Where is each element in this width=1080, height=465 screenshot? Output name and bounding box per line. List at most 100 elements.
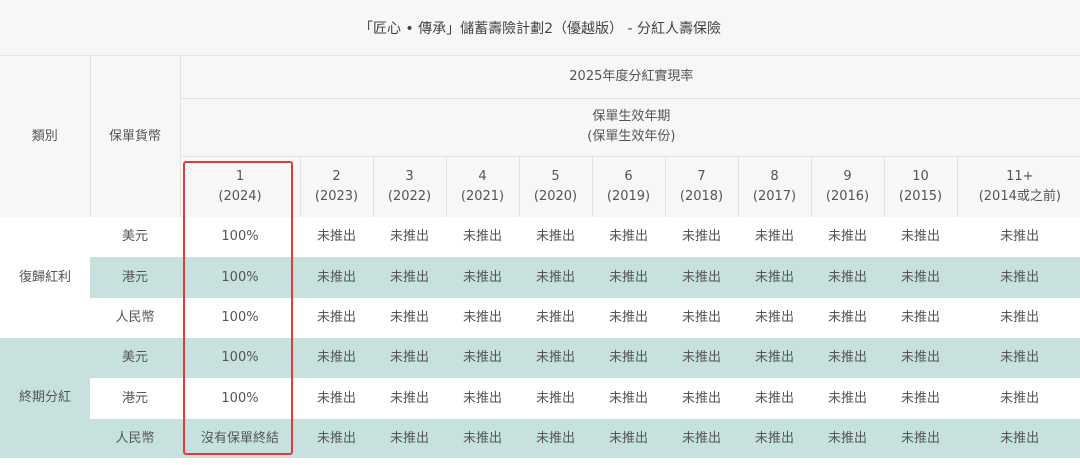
year-number: 5	[551, 168, 560, 184]
rate-cell: 未推出	[592, 217, 665, 257]
rate-cell: 100%	[180, 298, 300, 338]
rate-cell: 未推出	[446, 257, 519, 298]
rate-cell: 未推出	[957, 378, 1080, 419]
year-number: 2	[332, 168, 341, 184]
rate-cell: 未推出	[373, 419, 446, 458]
policy-year-title: 保單生效年期	[592, 109, 671, 124]
rate-cell: 未推出	[300, 217, 373, 257]
year-number: 7	[697, 168, 706, 184]
rate-cell: 未推出	[300, 378, 373, 419]
rate-cell: 未推出	[811, 298, 884, 338]
category-cell: 復歸紅利	[0, 217, 90, 338]
realization-header: 2025年度分紅實現率	[180, 56, 1080, 99]
rate-cell: 未推出	[446, 378, 519, 419]
table-row: 終期分紅 美元 100% 未推出 未推出 未推出 未推出 未推出 未推出 未推出 未推出 未推出 未推出	[0, 338, 1080, 458]
year-number: 11+	[1006, 168, 1034, 184]
rate-cell: 未推出	[300, 298, 373, 338]
rate-cell: 未推出	[665, 419, 738, 458]
table-title-text: 「匠心 • 傳承」儲蓄壽險計劃2（優越版） - 分紅人壽保險	[358, 20, 722, 37]
rate-cell: 100%	[180, 217, 300, 257]
year-number: 1	[235, 168, 245, 184]
year-number: 4	[478, 168, 487, 184]
rate-cell: 未推出	[884, 257, 957, 298]
year-label: (2019)	[606, 188, 651, 204]
rate-cell: 未推出	[519, 298, 592, 338]
year-number: 6	[624, 168, 633, 184]
rate-cell: 未推出	[373, 217, 446, 257]
rate-cell: 未推出	[300, 338, 373, 378]
rate-cell: 未推出	[665, 378, 738, 419]
table-title: 「匠心 • 傳承」儲蓄壽險計劃2（優越版） - 分紅人壽保險	[0, 0, 1080, 56]
rate-cell: 未推出	[884, 419, 957, 458]
table-body: 復歸紅利 美元 100% 未推出 未推出 未推出 未推出 未推出 未推出 未推出 未推出 未推出 未推出…	[0, 217, 1080, 458]
currency-cell: 美元	[90, 217, 180, 257]
rate-cell: 未推出	[738, 298, 811, 338]
rate-cell: 未推出	[519, 419, 592, 458]
year-header-cell: 5 (2020)	[518, 156, 592, 217]
rate-cell: 未推出	[592, 257, 665, 298]
rate-cell: 未推出	[592, 378, 665, 419]
table-row: 港元 100% 未推出 未推出 未推出 未推出 未推出 未推出 未推出 未推出 未推出 未推出	[0, 378, 1080, 419]
rate-cell: 未推出	[592, 298, 665, 338]
rate-cell: 未推出	[446, 419, 519, 458]
currency-cell: 港元	[90, 378, 180, 419]
rate-cell: 未推出	[373, 298, 446, 338]
year-header-cell: 7 (2018)	[664, 156, 738, 217]
year-header-cell: 6 (2019)	[591, 156, 665, 217]
rate-cell: 未推出	[519, 217, 592, 257]
year-number: 3	[405, 168, 414, 184]
rate-cell: 未推出	[300, 419, 373, 458]
rate-cell: 未推出	[373, 257, 446, 298]
category-header: 類別	[0, 56, 91, 217]
year-header-cell: 3 (2022)	[372, 156, 446, 217]
year-label: (2021)	[460, 188, 505, 204]
rate-cell: 未推出	[957, 419, 1080, 458]
rate-cell: 未推出	[957, 257, 1080, 298]
year-number: 8	[770, 168, 779, 184]
currency-cell: 人民幣	[90, 298, 180, 338]
dividend-rate-table: 類別 保單貨幣 2025年度分紅實現率 保單生效年期 (保單生效年份) 1 (20…	[0, 56, 1080, 458]
rate-cell: 未推出	[884, 217, 957, 257]
year-header-cell: 10 (2015)	[883, 156, 957, 217]
rate-cell: 未推出	[373, 378, 446, 419]
currency-cell: 港元	[90, 257, 180, 298]
rate-cell: 未推出	[884, 298, 957, 338]
year-header-cell: 1 (2024)	[180, 156, 300, 217]
rate-cell: 未推出	[957, 217, 1080, 257]
year-label: (2020)	[533, 188, 578, 204]
rate-cell: 未推出	[811, 419, 884, 458]
rate-cell: 未推出	[592, 338, 665, 378]
category-cell: 終期分紅	[0, 338, 90, 458]
rate-cell: 未推出	[957, 298, 1080, 338]
rate-cell: 未推出	[738, 217, 811, 257]
year-label: (2022)	[387, 188, 432, 204]
table-row: 港元 100% 未推出 未推出 未推出 未推出 未推出 未推出 未推出 未推出 未推出 未推出	[0, 257, 1080, 298]
year-label: (2017)	[752, 188, 797, 204]
year-header-cell: 4 (2021)	[445, 156, 519, 217]
rate-cell: 未推出	[811, 338, 884, 378]
rate-cell: 未推出	[665, 217, 738, 257]
rate-cell: 未推出	[738, 419, 811, 458]
rate-cell: 未推出	[738, 338, 811, 378]
year-label: (2016)	[825, 188, 870, 204]
year-header-cell: 8 (2017)	[737, 156, 811, 217]
year-header-cell: 11+ (2014或之前)	[956, 156, 1080, 217]
rate-cell: 未推出	[811, 217, 884, 257]
currency-cell: 美元	[90, 338, 180, 378]
rate-cell: 未推出	[811, 378, 884, 419]
rate-cell: 未推出	[738, 378, 811, 419]
rate-cell: 未推出	[446, 298, 519, 338]
rate-cell: 未推出	[884, 378, 957, 419]
policy-year-subtitle: (保單生效年份)	[587, 129, 676, 144]
rate-cell: 未推出	[300, 257, 373, 298]
rate-cell: 100%	[180, 338, 300, 378]
year-header-cell: 2 (2023)	[299, 156, 373, 217]
year-label: (2015)	[898, 188, 943, 204]
rate-cell: 未推出	[738, 257, 811, 298]
rate-cell: 未推出	[665, 338, 738, 378]
rate-cell: 未推出	[665, 298, 738, 338]
rate-cell: 未推出	[592, 419, 665, 458]
table-row: 人民幣 100% 未推出 未推出 未推出 未推出 未推出 未推出 未推出 未推出 未推出 未推出	[0, 298, 1080, 338]
year-number: 9	[843, 168, 852, 184]
rate-cell: 未推出	[373, 338, 446, 378]
